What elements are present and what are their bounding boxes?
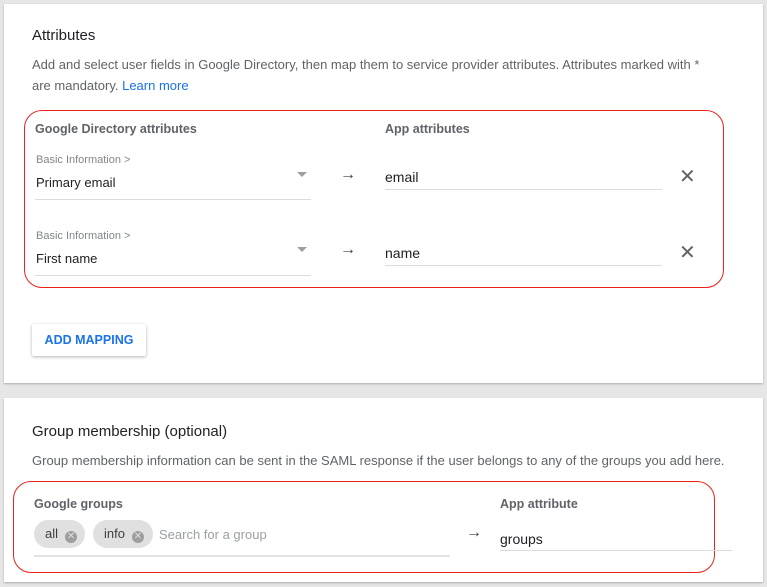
remove-mapping-icon[interactable]: ✕ bbox=[679, 240, 696, 265]
group-chip[interactable]: info ✕ bbox=[93, 520, 153, 548]
group-membership-description: Group membership information can be sent… bbox=[32, 453, 725, 468]
chip-label: all bbox=[45, 526, 59, 541]
directory-field-select[interactable]: First name bbox=[36, 251, 97, 266]
input-underline bbox=[385, 189, 662, 190]
select-underline bbox=[35, 275, 311, 276]
app-attributes-header: App attributes bbox=[385, 122, 470, 136]
learn-more-link[interactable]: Learn more bbox=[122, 78, 188, 93]
select-underline bbox=[35, 199, 311, 200]
directory-attributes-header: Google Directory attributes bbox=[35, 122, 197, 136]
search-underline bbox=[34, 555, 450, 557]
dropdown-arrow-icon[interactable] bbox=[297, 247, 307, 252]
remove-mapping-icon[interactable]: ✕ bbox=[679, 164, 696, 189]
app-attribute-input[interactable]: email bbox=[385, 169, 418, 185]
arrow-right-icon: → bbox=[340, 166, 356, 183]
chip-remove-icon[interactable]: ✕ bbox=[131, 531, 144, 543]
add-mapping-button[interactable]: ADD MAPPING bbox=[32, 324, 146, 356]
arrow-right-icon: → bbox=[466, 524, 482, 541]
input-underline bbox=[500, 550, 732, 551]
category-label: Basic Information > bbox=[36, 154, 131, 166]
input-underline bbox=[385, 265, 662, 266]
app-attribute-input[interactable]: name bbox=[385, 245, 420, 261]
attributes-title: Attributes bbox=[32, 27, 96, 44]
group-search-input[interactable]: Search for a group bbox=[159, 527, 267, 542]
group-membership-title: Group membership (optional) bbox=[32, 423, 228, 440]
category-label: Basic Information > bbox=[36, 230, 131, 242]
google-groups-header: Google groups bbox=[34, 497, 123, 511]
chip-remove-icon[interactable]: ✕ bbox=[65, 531, 78, 543]
dropdown-arrow-icon[interactable] bbox=[297, 172, 307, 177]
directory-field-select[interactable]: Primary email bbox=[36, 175, 115, 190]
attributes-description: Add and select user fields in Google Dir… bbox=[32, 57, 700, 93]
group-app-attribute-input[interactable]: groups bbox=[500, 531, 543, 547]
chip-label: info bbox=[104, 526, 125, 541]
app-attribute-header: App attribute bbox=[500, 497, 578, 511]
group-chip[interactable]: all ✕ bbox=[34, 520, 85, 548]
arrow-right-icon: → bbox=[340, 241, 356, 258]
